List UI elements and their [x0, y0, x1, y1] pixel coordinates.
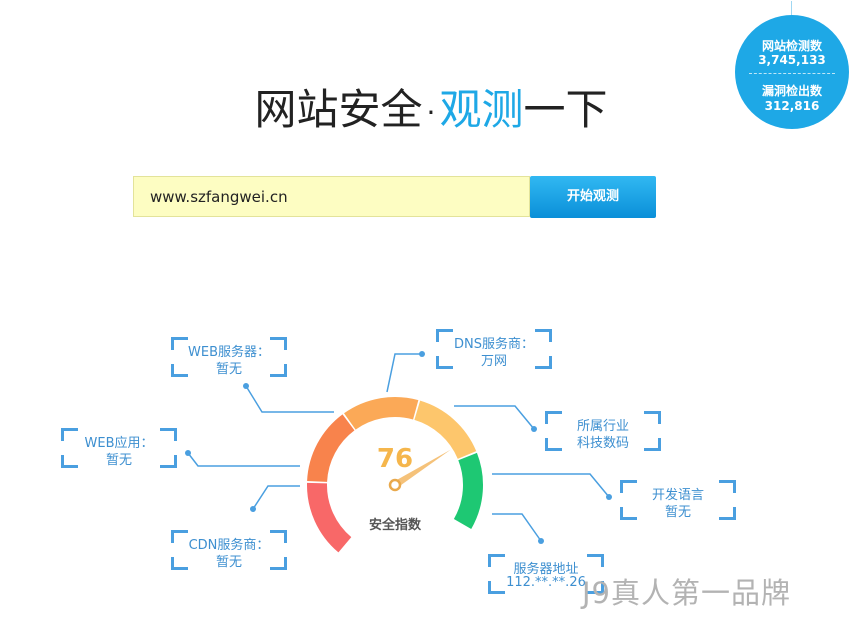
connector-server-ip	[492, 513, 542, 542]
connector-industry	[454, 405, 535, 430]
connector-web-server	[245, 385, 334, 413]
dot-dns	[419, 351, 425, 357]
language-card: 开发语言 暂无	[620, 480, 736, 520]
dot-language	[606, 494, 612, 500]
language-value: 暂无	[664, 505, 691, 520]
industry-card: 所属行业 科技数码	[545, 411, 661, 451]
cdn-provider-card: CDN服务商： 暂无	[171, 530, 287, 570]
cdn-provider-value: 暂无	[215, 555, 242, 570]
security-score-label: 安全指数	[368, 518, 421, 533]
gauge-segment-red	[307, 482, 352, 553]
dot-industry	[531, 426, 537, 432]
web-app-card: WEB应用： 暂无	[61, 428, 177, 468]
dot-server-ip	[538, 538, 544, 544]
dot-cdn	[250, 506, 256, 512]
dns-provider-card: DNS服务商： 万网	[436, 329, 552, 369]
web-server-value: 暂无	[215, 362, 242, 377]
connector-web-app	[187, 452, 300, 467]
web-app-value: 暂无	[105, 453, 132, 468]
connector-dns	[386, 353, 422, 393]
watermark: J9真人第一品牌	[582, 576, 792, 610]
dns-provider-value: 万网	[480, 354, 507, 369]
security-score: 76	[376, 444, 414, 474]
dot-web-server	[243, 383, 249, 389]
gauge-segment-light-orange	[344, 397, 419, 430]
gauge-segment-green	[453, 452, 483, 529]
gauge-segment-orange	[307, 414, 355, 483]
dot-web-app	[185, 450, 191, 456]
gauge-segment-yellow	[414, 400, 477, 460]
needle-hub	[388, 478, 402, 492]
connector-language	[492, 473, 610, 498]
connector-cdn	[252, 485, 300, 510]
industry-value: 科技数码	[576, 436, 629, 451]
web-server-card: WEB服务器： 暂无	[171, 337, 287, 377]
